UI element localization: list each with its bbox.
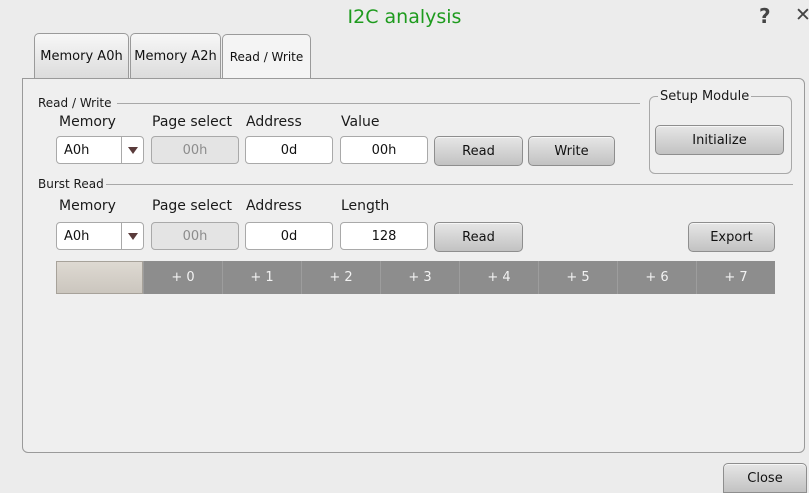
column-header: + 6 (617, 261, 696, 294)
column-header: + 1 (222, 261, 301, 294)
column-header: + 7 (696, 261, 775, 294)
burst-memory-select[interactable]: A0h (56, 222, 144, 250)
help-icon[interactable]: ? (759, 4, 771, 28)
memory-label: Memory (59, 198, 116, 214)
export-button[interactable]: Export (688, 222, 775, 252)
burst-page-select-field: 00h (151, 222, 239, 250)
tab-label: Memory A2h (134, 48, 217, 64)
memory-select[interactable]: A0h (56, 136, 144, 164)
page-select-label: Page select (152, 114, 232, 130)
group-divider (117, 103, 640, 104)
burst-table-header: + 0 + 1 + 2 + 3 + 4 + 5 + 6 + 7 (56, 261, 776, 294)
length-field[interactable]: 128 (340, 222, 428, 250)
burst-read-button[interactable]: Read (434, 222, 523, 252)
chevron-down-icon[interactable] (121, 223, 143, 249)
length-label: Length (341, 198, 390, 214)
read-write-group-label: Read / Write (36, 96, 114, 110)
tab-memory-a2h[interactable]: Memory A2h (130, 33, 221, 78)
read-button[interactable]: Read (434, 136, 523, 166)
tools-icon[interactable]: ✕ (795, 4, 809, 26)
write-button[interactable]: Write (528, 136, 615, 166)
burst-read-group-label: Burst Read (36, 177, 106, 191)
setup-module-label: Setup Module (658, 89, 752, 104)
tab-memory-a0h[interactable]: Memory A0h (34, 33, 129, 78)
tab-label: Memory A0h (40, 48, 123, 64)
value-label: Value (341, 114, 380, 130)
address-label: Address (246, 198, 302, 214)
chevron-down-icon[interactable] (121, 137, 143, 163)
table-corner-cell (56, 261, 143, 294)
address-field[interactable]: 0d (245, 136, 333, 164)
window-title: I2C analysis (347, 6, 462, 28)
memory-select-value: A0h (64, 228, 90, 244)
close-button[interactable]: Close (723, 463, 807, 493)
group-divider (102, 184, 793, 185)
tab-read-write[interactable]: Read / Write (222, 34, 311, 78)
memory-select-value: A0h (64, 142, 90, 158)
column-header: + 0 (143, 261, 222, 294)
initialize-button[interactable]: Initialize (655, 125, 784, 155)
column-header: + 2 (301, 261, 380, 294)
memory-label: Memory (59, 114, 116, 130)
page-select-label: Page select (152, 198, 232, 214)
page-select-field: 00h (151, 136, 239, 164)
tab-label: Read / Write (229, 49, 304, 64)
column-header: + 4 (459, 261, 538, 294)
value-field[interactable]: 00h (340, 136, 428, 164)
column-header: + 5 (538, 261, 617, 294)
address-label: Address (246, 114, 302, 130)
column-header: + 3 (380, 261, 459, 294)
burst-address-field[interactable]: 0d (245, 222, 333, 250)
